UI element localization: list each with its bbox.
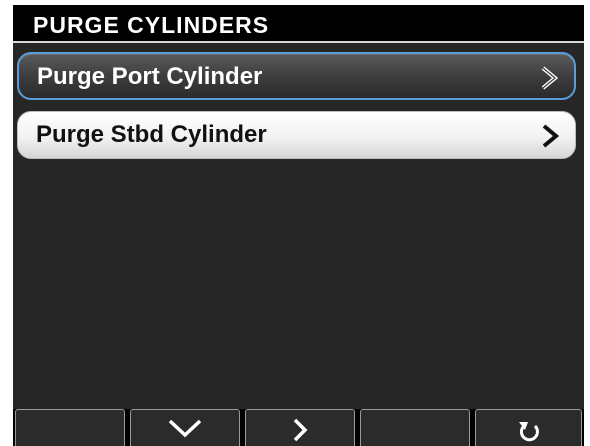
softkey-down-button[interactable] [130, 409, 240, 446]
page-title: PURGE CYLINDERS [33, 12, 270, 38]
menu-item-purge-stbd-cylinder[interactable]: Purge Stbd Cylinder [17, 111, 576, 159]
back-arrow-icon [518, 422, 539, 442]
softkey-back-button[interactable] [475, 409, 582, 446]
chevron-right-icon [542, 124, 559, 148]
softkey-enter-button[interactable] [245, 409, 355, 446]
menu-item-label: Purge Port Cylinder [37, 63, 263, 90]
menu-item-purge-port-cylinder[interactable]: Purge Port Cylinder [17, 52, 576, 100]
title-bar: PURGE CYLINDERS [13, 5, 584, 41]
display-bezel: PURGE CYLINDERS Purge Port Cylinder Purg… [0, 0, 590, 446]
softkey-1-button[interactable] [15, 409, 125, 446]
softkey-4-button[interactable] [360, 409, 470, 446]
display-screen: PURGE CYLINDERS Purge Port Cylinder Purg… [13, 5, 584, 446]
chevron-right-icon [293, 418, 308, 442]
chevron-right-icon [541, 66, 558, 90]
menu-panel: Purge Port Cylinder Purge Stbd Cylinder [13, 43, 584, 409]
menu-item-label: Purge Stbd Cylinder [36, 121, 267, 148]
softkey-bar [13, 409, 584, 446]
chevron-down-icon [168, 419, 202, 438]
